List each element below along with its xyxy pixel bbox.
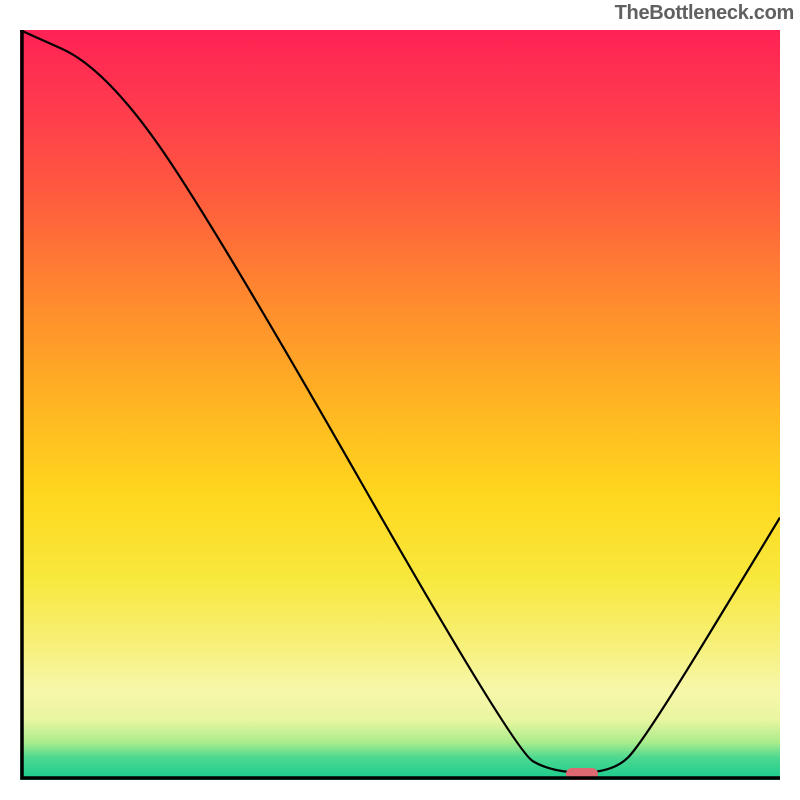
plot-frame — [20, 30, 780, 780]
attribution-text: TheBottleneck.com — [615, 2, 794, 25]
chart-container: TheBottleneck.com — [0, 0, 800, 800]
plot-area — [20, 30, 780, 780]
optimum-marker — [566, 768, 598, 780]
bottleneck-curve — [20, 30, 780, 780]
